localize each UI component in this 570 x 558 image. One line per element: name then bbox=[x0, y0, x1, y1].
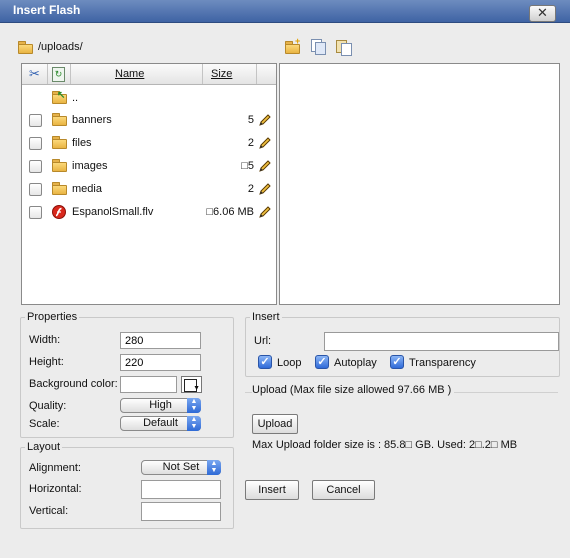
name-column-header[interactable]: Name bbox=[115, 68, 144, 80]
row-checkbox[interactable] bbox=[29, 183, 42, 196]
rename-pencil-icon[interactable] bbox=[258, 136, 272, 150]
current-path: /uploads/ bbox=[18, 38, 83, 56]
vertical-label: Vertical: bbox=[29, 505, 69, 517]
horizontal-input[interactable] bbox=[141, 480, 221, 499]
background-color-input[interactable] bbox=[120, 376, 177, 393]
refresh-icon[interactable]: ↻ bbox=[52, 67, 65, 82]
file-row[interactable]: images □5 bbox=[22, 156, 276, 176]
quality-value: High bbox=[149, 399, 172, 411]
file-name[interactable]: banners bbox=[72, 114, 112, 126]
alignment-label: Alignment: bbox=[29, 462, 81, 474]
file-size: 2 bbox=[247, 137, 254, 149]
preview-panel bbox=[279, 63, 560, 305]
file-row[interactable]: files 2 bbox=[22, 133, 276, 153]
width-label: Width: bbox=[29, 334, 61, 346]
file-size: □5 bbox=[241, 160, 254, 172]
loop-label: Loop bbox=[277, 357, 302, 369]
transparency-label: Transparency bbox=[409, 357, 476, 369]
folder-icon bbox=[52, 136, 67, 149]
alignment-select[interactable]: Not Set ▲ ▼ bbox=[141, 460, 221, 475]
properties-legend: Properties bbox=[27, 311, 78, 323]
file-size: □6.06 MB bbox=[206, 206, 254, 218]
loop-checkbox[interactable]: ✓ bbox=[258, 355, 272, 369]
transparency-checkbox[interactable]: ✓ bbox=[390, 355, 404, 369]
height-input[interactable] bbox=[120, 354, 201, 371]
cut-icon[interactable]: ✂ bbox=[29, 66, 40, 82]
insert-flash-dialog: Insert Flash ✕ /uploads/ + ✂ ↻ Name Size… bbox=[0, 0, 570, 558]
parent-folder-label: .. bbox=[72, 92, 79, 104]
file-name[interactable]: media bbox=[72, 183, 102, 195]
close-button[interactable]: ✕ bbox=[529, 5, 556, 22]
select-arrows-icon: ▲ ▼ bbox=[207, 460, 221, 475]
url-input[interactable] bbox=[324, 332, 559, 351]
upload-folder-size-info: Max Upload folder size is : 85.8□ GB. Us… bbox=[252, 439, 518, 451]
file-row[interactable]: EspanolSmall.flv □6.06 MB bbox=[22, 202, 276, 222]
paste-icon[interactable] bbox=[335, 38, 352, 56]
color-picker-button[interactable]: ▼ bbox=[181, 376, 202, 393]
title-bar: Insert Flash ✕ bbox=[0, 0, 570, 23]
file-name[interactable]: files bbox=[72, 137, 92, 149]
upload-legend: Upload (Max file size allowed 97.66 MB ) bbox=[252, 384, 455, 396]
flash-file-icon bbox=[52, 205, 66, 219]
alignment-value: Not Set bbox=[162, 461, 200, 473]
select-arrows-icon: ▲ ▼ bbox=[187, 398, 201, 413]
file-list-panel: ✂ ↻ Name Size ↖ .. banners 5 files 2 ima… bbox=[21, 63, 277, 305]
scale-select[interactable]: Default ▲ ▼ bbox=[120, 416, 201, 431]
rename-pencil-icon[interactable] bbox=[258, 205, 272, 219]
folder-icon bbox=[52, 159, 67, 172]
file-row[interactable]: banners 5 bbox=[22, 110, 276, 130]
quality-select[interactable]: High ▲ ▼ bbox=[120, 398, 201, 413]
open-folder-icon bbox=[18, 41, 33, 54]
folder-icon bbox=[52, 113, 67, 126]
new-folder-icon[interactable]: + bbox=[285, 36, 301, 54]
scale-value: Default bbox=[143, 417, 178, 429]
insert-button[interactable]: Insert bbox=[245, 480, 299, 500]
file-toolbar: + bbox=[285, 36, 352, 56]
layout-legend: Layout bbox=[27, 441, 61, 453]
quality-label: Quality: bbox=[29, 400, 67, 412]
file-size: 2 bbox=[247, 183, 254, 195]
file-size: 5 bbox=[247, 114, 254, 126]
background-color-label: Background color: bbox=[29, 378, 118, 390]
upload-button[interactable]: Upload bbox=[252, 414, 298, 434]
file-name[interactable]: images bbox=[72, 160, 107, 172]
dialog-title: Insert Flash bbox=[13, 3, 81, 17]
row-checkbox[interactable] bbox=[29, 114, 42, 127]
url-label: Url: bbox=[254, 335, 272, 347]
width-input[interactable] bbox=[120, 332, 201, 349]
cancel-button[interactable]: Cancel bbox=[312, 480, 375, 500]
select-arrows-icon: ▲ ▼ bbox=[187, 416, 201, 431]
autoplay-label: Autoplay bbox=[334, 357, 377, 369]
vertical-input[interactable] bbox=[141, 502, 221, 521]
scale-label: Scale: bbox=[29, 418, 60, 430]
file-list-header: ✂ ↻ Name Size bbox=[22, 64, 276, 85]
copy-icon[interactable] bbox=[310, 38, 326, 55]
size-column-header[interactable]: Size bbox=[211, 68, 232, 80]
rename-pencil-icon[interactable] bbox=[258, 113, 272, 127]
file-row[interactable]: media 2 bbox=[22, 179, 276, 199]
horizontal-label: Horizontal: bbox=[29, 483, 82, 495]
autoplay-checkbox[interactable]: ✓ bbox=[315, 355, 329, 369]
parent-folder-row[interactable]: ↖ .. bbox=[22, 88, 276, 108]
row-checkbox[interactable] bbox=[29, 137, 42, 150]
chevron-down-icon: ▼ bbox=[193, 385, 200, 392]
height-label: Height: bbox=[29, 356, 64, 368]
insert-legend: Insert bbox=[252, 311, 280, 323]
rename-pencil-icon[interactable] bbox=[258, 159, 272, 173]
folder-icon bbox=[52, 182, 67, 195]
row-checkbox[interactable] bbox=[29, 206, 42, 219]
rename-pencil-icon[interactable] bbox=[258, 182, 272, 196]
file-name[interactable]: EspanolSmall.flv bbox=[72, 206, 153, 218]
row-checkbox[interactable] bbox=[29, 160, 42, 173]
current-path-text: /uploads/ bbox=[38, 41, 83, 53]
